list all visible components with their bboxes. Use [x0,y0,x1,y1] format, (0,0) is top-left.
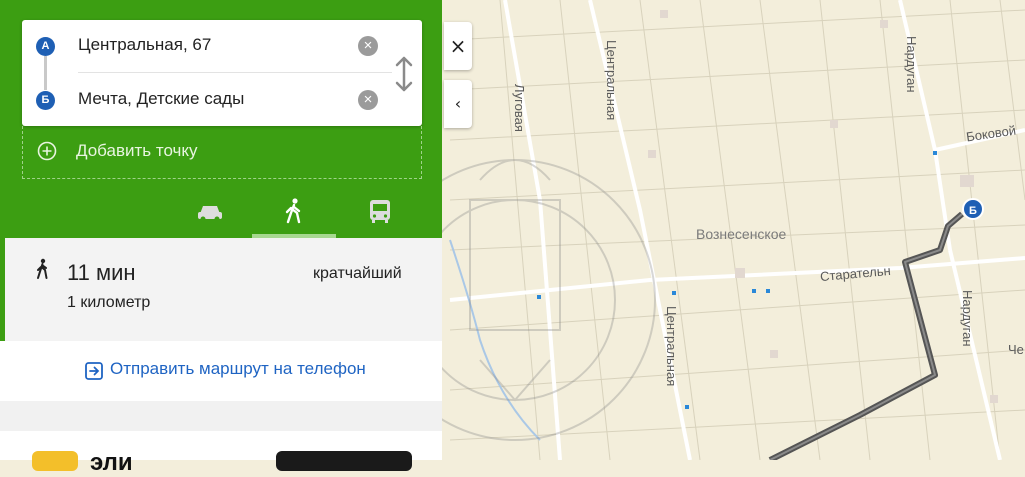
route-point-b[interactable]: Б Мечта, Детские сады × [22,74,422,126]
separator [0,401,442,431]
street-label: Нардуган [960,290,975,347]
promo-text: эли [90,449,133,476]
route-distance: 1 километр [67,294,151,311]
point-a-badge: А [36,37,55,56]
route-tag: кратчайший [313,265,402,282]
street-label: Че [1008,342,1024,357]
point-b-input[interactable]: Мечта, Детские сады [78,89,244,109]
route-panel: А Центральная, 67 × Б Мечта, Детские сад… [0,0,442,476]
promo-app-button[interactable] [276,451,412,471]
walk-icon [37,258,48,279]
village-label: Вознесенское [696,226,787,242]
add-point-label: Добавить точку [76,141,198,160]
point-a-input[interactable]: Центральная, 67 [78,35,211,55]
street-label: Нардуган [904,36,919,93]
promo-logo [32,451,78,471]
divider [78,72,392,73]
car-icon[interactable] [190,196,230,226]
add-point-button[interactable]: Добавить точку [22,126,422,179]
promo-banner[interactable]: эли [0,431,442,476]
walk-icon[interactable] [274,196,314,226]
plus-circle-icon [37,141,57,161]
send-route-label: Отправить маршрут на телефон [110,359,366,378]
route-points-card: А Центральная, 67 × Б Мечта, Детские сад… [22,20,422,126]
bus-icon[interactable] [360,196,400,226]
route-point-a[interactable]: А Центральная, 67 × [22,20,422,72]
street-label: Центральная [604,40,619,121]
clear-icon[interactable]: × [358,90,378,110]
close-button[interactable]: × [444,22,472,70]
swap-points-icon[interactable] [392,56,416,92]
route-time: 11 мин [67,260,136,285]
send-to-phone-icon [85,362,103,380]
send-route-button[interactable]: Отправить маршрут на телефон [0,341,442,401]
street-label: Луговая [512,84,527,132]
map-pin-b[interactable]: Б [962,198,984,220]
point-b-badge: Б [36,91,55,110]
street-label: Центральная [664,306,679,387]
collapse-panel-button[interactable]: ‹ [444,80,472,128]
route-result[interactable]: 11 мин 1 километр кратчайший [0,238,442,341]
clear-icon[interactable]: × [358,36,378,56]
